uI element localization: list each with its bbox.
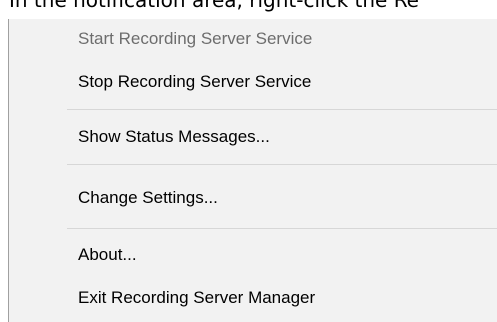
- menu-item-exit-recording-server-manager[interactable]: Exit Recording Server Manager: [78, 283, 315, 313]
- menu-item-about[interactable]: About...: [78, 240, 137, 270]
- instruction-text: In the notification area, right-click th…: [9, 0, 419, 12]
- context-menu: Start Recording Server Service Stop Reco…: [8, 19, 497, 322]
- menu-item-start-recording-server-service: Start Recording Server Service: [78, 29, 313, 48]
- menu-item-change-settings[interactable]: Change Settings...: [78, 183, 218, 213]
- menu-item-stop-recording-server-service[interactable]: Stop Recording Server Service: [78, 67, 311, 97]
- menu-separator: [67, 228, 497, 229]
- menu-item-show-status-messages[interactable]: Show Status Messages...: [78, 122, 270, 152]
- menu-separator: [67, 164, 497, 165]
- menu-separator: [67, 109, 497, 110]
